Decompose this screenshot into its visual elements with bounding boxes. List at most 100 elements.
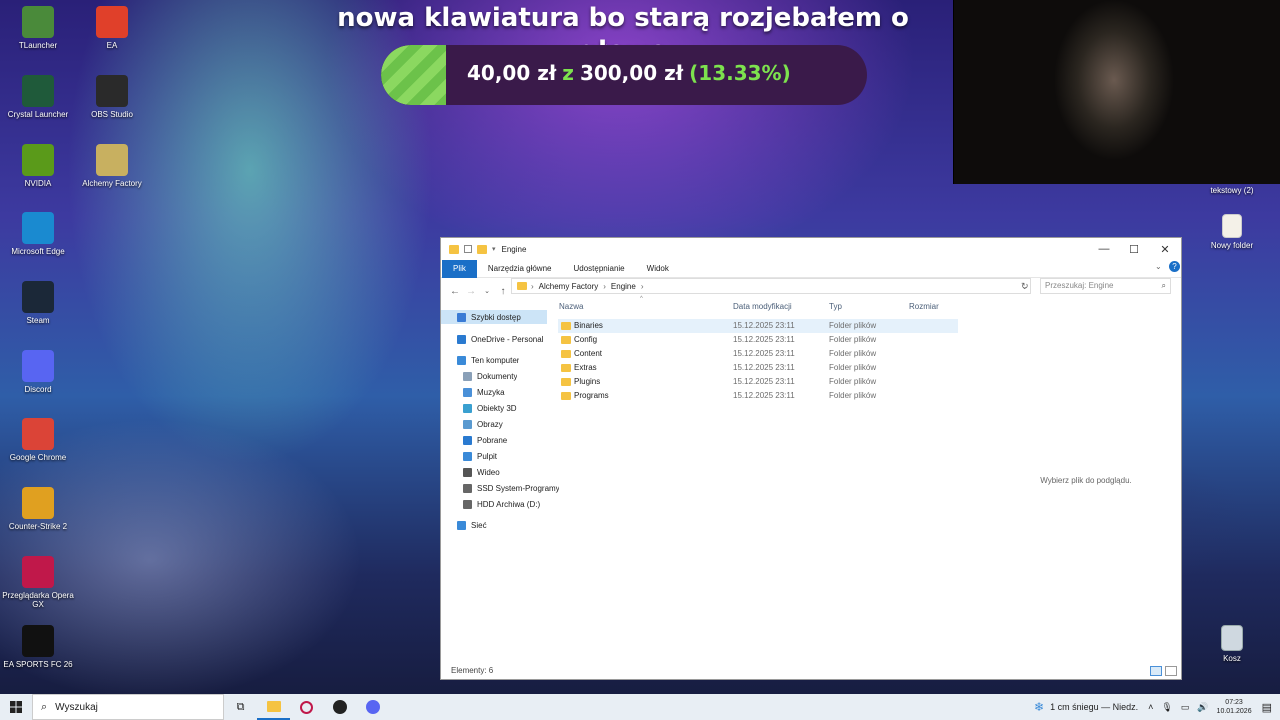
file-type: Folder plików [829, 363, 877, 372]
desktop-icon-discord[interactable]: Discord [0, 350, 76, 394]
properties-icon[interactable] [464, 245, 472, 253]
column-type[interactable]: Typ [829, 302, 842, 311]
nav-item-network-12[interactable]: Sieć [441, 518, 487, 532]
desktop-icon-new-folder[interactable]: Nowy folder [1194, 214, 1270, 250]
chevron-right-icon: › [640, 281, 644, 291]
desktop-icon-label: Counter-Strike 2 [8, 522, 68, 531]
desktop-icon-obs[interactable]: OBS Studio [74, 75, 150, 119]
help-icon[interactable]: ? [1169, 261, 1180, 272]
nav-item-label: SSD System-Programy (C:) [477, 483, 559, 493]
breadcrumb-engine[interactable]: Engine [611, 282, 636, 291]
desktop-icon-alchemy-factory[interactable]: Alchemy Factory [74, 144, 150, 188]
network-icon[interactable]: ▭ [1181, 702, 1190, 713]
nav-item-3d-objects-5[interactable]: Obiekty 3D [441, 401, 517, 415]
file-row[interactable]: Content 15.12.2025 23:11 Folder plików [558, 347, 958, 361]
recycle-bin-icon [1221, 625, 1243, 651]
nav-item-computer-2[interactable]: Ten komputer [441, 353, 519, 367]
desktop-icon-edge[interactable]: Microsoft Edge [0, 212, 76, 256]
column-size[interactable]: Rozmiar [909, 302, 939, 311]
address-bar[interactable]: › Alchemy Factory › Engine › ⌄ [511, 278, 1031, 294]
start-button[interactable] [0, 694, 32, 720]
refresh-icon[interactable]: ↻ [1021, 281, 1029, 292]
taskbar-search[interactable]: ⌕ Wyszukaj [32, 694, 224, 720]
recent-locations-icon[interactable]: ⌄ [479, 287, 495, 295]
notifications-icon[interactable]: ▤ [1262, 701, 1272, 714]
desktop-icon-tlauncher[interactable]: TLauncher [0, 6, 76, 50]
music-icon [463, 387, 472, 397]
title-bar: ▾ Engine [441, 238, 1181, 260]
chevron-up-icon[interactable]: ˄ [1148, 702, 1153, 712]
file-row[interactable]: Config 15.12.2025 23:11 Folder plików [558, 333, 958, 347]
search-input[interactable]: Przeszukaj: Engine ⌕ [1040, 278, 1171, 294]
taskbar-obs[interactable] [323, 694, 356, 720]
expand-ribbon-icon[interactable]: ⌄ [1155, 262, 1162, 271]
details-view-icon[interactable] [1150, 666, 1162, 676]
large-icons-view-icon[interactable] [1165, 666, 1177, 676]
taskbar-opera-gx[interactable] [290, 694, 323, 720]
forward-button[interactable]: → [463, 286, 479, 297]
breadcrumb-alchemy-factory[interactable]: Alchemy Factory [539, 282, 599, 291]
close-button[interactable]: ✕ [1150, 238, 1180, 260]
nav-item-desktop-8[interactable]: Pulpit [441, 449, 497, 463]
desktop-icon-opera-gx[interactable]: Przeglądarka Opera GX [0, 556, 76, 609]
file-row[interactable]: Programs 15.12.2025 23:11 Folder plików [558, 389, 958, 403]
desktop-icon-steam[interactable]: Steam [0, 281, 76, 325]
nav-item-video-9[interactable]: Wideo [441, 465, 500, 479]
search-placeholder: Przeszukaj: Engine [1045, 281, 1114, 290]
drive-icon [463, 483, 472, 493]
minimize-button[interactable]: — [1089, 238, 1119, 260]
file-row[interactable]: Plugins 15.12.2025 23:11 Folder plików [558, 375, 958, 389]
tab-file[interactable]: Plik [442, 259, 477, 278]
back-button[interactable]: ← [447, 286, 463, 297]
taskbar-file-explorer[interactable] [257, 694, 290, 720]
file-date: 15.12.2025 23:11 [733, 349, 795, 358]
desktop-icon-fc26[interactable]: EA SPORTS FC 26 [0, 625, 76, 669]
desktop-icon-recycle-bin[interactable]: Kosz [1194, 625, 1270, 663]
column-name[interactable]: Nazwa [559, 302, 583, 311]
desktop-icon-cs2[interactable]: Counter-Strike 2 [0, 487, 76, 531]
tab-home[interactable]: Narzędzia główne [477, 260, 563, 278]
quick-access-dropdown-icon[interactable]: ▾ [492, 245, 496, 253]
nav-item-downloads-7[interactable]: Pobrane [441, 433, 507, 447]
up-button[interactable]: ↑ [495, 286, 511, 297]
task-view-button[interactable]: ⧉ [224, 694, 257, 720]
ribbon-tabs: Plik Narzędzia główne Udostępnianie Wido… [441, 259, 1181, 278]
nav-item-documents-3[interactable]: Dokumenty [441, 369, 517, 383]
new-folder-icon[interactable] [477, 244, 487, 254]
file-row[interactable]: Extras 15.12.2025 23:11 Folder plików [558, 361, 958, 375]
ea-icon [96, 6, 128, 38]
clock[interactable]: 07:23 10.01.2026 [1217, 698, 1252, 716]
desktop-icon-text-file[interactable]: tekstowy (2) [1194, 186, 1270, 195]
microphone-icon[interactable]: 🎙 [1161, 702, 1172, 713]
desktop-icon-ea[interactable]: EA [74, 6, 150, 50]
edge-icon [22, 212, 54, 244]
taskbar-discord[interactable] [356, 694, 389, 720]
file-name: Config [574, 335, 598, 344]
desktop-icon-crystal-launcher[interactable]: Crystal Launcher [0, 75, 76, 119]
nav-item-pictures-6[interactable]: Obrazy [441, 417, 503, 431]
desktop-icon-label: EA SPORTS FC 26 [3, 660, 73, 669]
column-date-modified[interactable]: Data modyfikacji [733, 302, 792, 311]
nav-item-star-0[interactable]: Szybki dostęp [441, 310, 547, 324]
tab-share[interactable]: Udostępnianie [562, 260, 635, 278]
file-name: Extras [574, 363, 597, 372]
search-icon: ⌕ [1161, 281, 1166, 290]
obs-icon [332, 700, 347, 714]
taskbar: ⌕ Wyszukaj ⧉ ❄ 1 cm śniegu — Niedz. ˄ 🎙 … [0, 694, 1280, 720]
tab-view[interactable]: Widok [636, 260, 680, 278]
weather-text[interactable]: 1 cm śniegu — Niedz. [1050, 702, 1138, 712]
nav-item-cloud-1[interactable]: OneDrive - Personal [441, 332, 543, 346]
nav-item-music-4[interactable]: Muzyka [441, 385, 505, 399]
volume-icon[interactable]: 🔊 [1197, 702, 1208, 713]
desktop-icon-nvidia[interactable]: NVIDIA [0, 144, 76, 188]
nav-item-drive-11[interactable]: HDD Archiwa (D:) [441, 497, 540, 511]
taskbar-search-label: Wyszukaj [55, 701, 98, 713]
desktop-icon [463, 451, 472, 461]
alchemy-factory-icon [96, 144, 128, 176]
snow-weather-icon[interactable]: ❄ [1034, 700, 1044, 714]
desktop-icon-chrome[interactable]: Google Chrome [0, 418, 76, 462]
file-row[interactable]: Binaries 15.12.2025 23:11 Folder plików [558, 319, 958, 333]
maximize-button[interactable]: ☐ [1119, 238, 1149, 260]
nav-item-drive-10[interactable]: SSD System-Programy (C:) [441, 481, 559, 495]
star-icon [457, 312, 466, 322]
